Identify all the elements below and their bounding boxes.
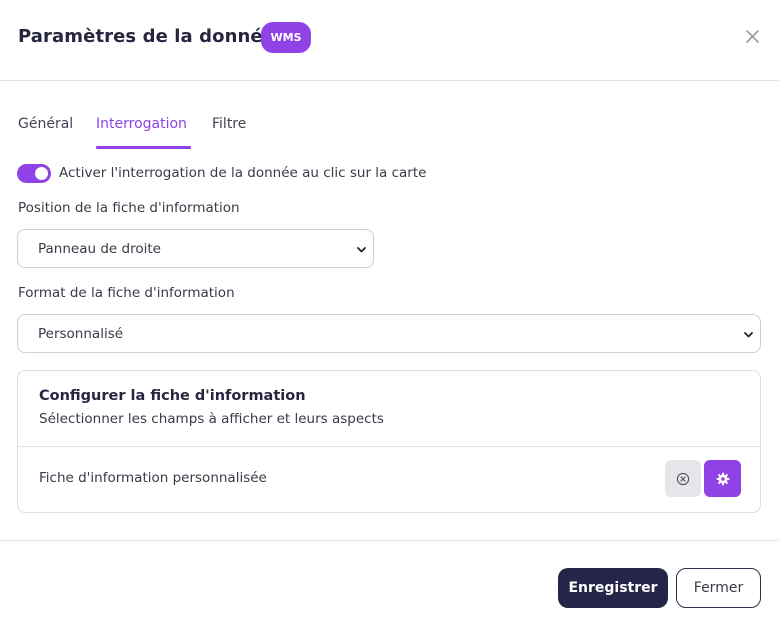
gear-icon xyxy=(716,472,729,485)
format-select-value: Personnalisé xyxy=(38,325,124,342)
position-select[interactable]: Panneau de droite xyxy=(17,229,374,268)
save-button[interactable]: Enregistrer xyxy=(558,568,668,608)
tab-general[interactable]: Général xyxy=(18,116,73,132)
format-label: Format de la fiche d'information xyxy=(18,285,235,301)
card-divider xyxy=(18,446,760,447)
tab-interrogation[interactable]: Interrogation xyxy=(96,116,187,132)
chevron-down-icon xyxy=(744,332,753,338)
position-label: Position de la fiche d'information xyxy=(18,200,240,216)
format-select[interactable]: Personnalisé xyxy=(17,314,761,353)
custom-info-label: Fiche d'information personnalisée xyxy=(39,470,267,486)
tab-filtre[interactable]: Filtre xyxy=(212,116,246,132)
active-tab-indicator xyxy=(96,146,191,149)
footer-divider xyxy=(0,540,779,541)
type-badge: WMS xyxy=(261,22,311,53)
query-toggle-label: Activer l'interrogation de la donnée au … xyxy=(59,165,427,181)
chevron-down-icon xyxy=(357,247,366,253)
position-select-value: Panneau de droite xyxy=(38,240,161,257)
clear-circle-icon xyxy=(676,472,690,485)
query-toggle[interactable] xyxy=(17,163,51,183)
dialog-header: Paramètres de la donnée WMS xyxy=(0,0,779,81)
close-button[interactable]: Fermer xyxy=(676,568,761,608)
info-card: Configurer la fiche d'information Sélect… xyxy=(17,370,761,513)
card-subtitle: Sélectionner les champs à afficher et le… xyxy=(39,411,384,427)
query-toggle-row: Activer l'interrogation de la donnée au … xyxy=(17,162,426,184)
card-title: Configurer la fiche d'information xyxy=(39,388,306,404)
clear-button[interactable] xyxy=(665,460,701,497)
settings-button[interactable] xyxy=(704,460,741,497)
dialog-title: Paramètres de la donnée xyxy=(18,26,276,47)
toggle-knob xyxy=(35,166,48,180)
close-icon[interactable] xyxy=(740,24,764,48)
